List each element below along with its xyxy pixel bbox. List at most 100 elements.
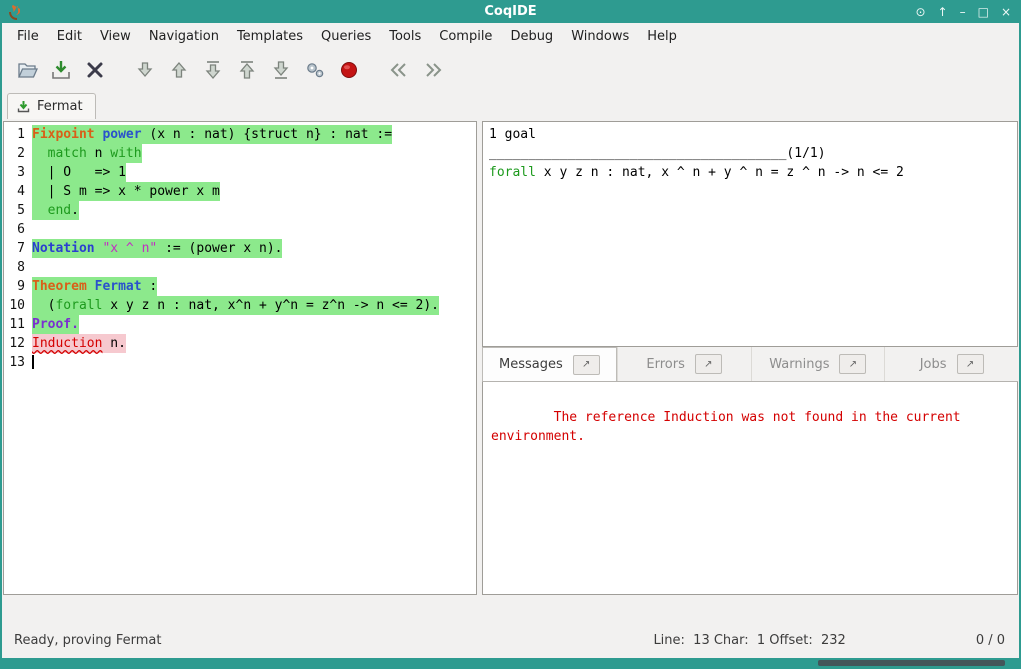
tab-jobs[interactable]: Jobs ↗ (884, 347, 1018, 381)
menu-tools[interactable]: Tools (380, 25, 430, 48)
line-text: Notation "x ^ n" := (power x n). (32, 239, 282, 258)
gears-icon (304, 59, 326, 81)
scrollbar-thumb[interactable] (818, 660, 1005, 666)
run-to-cursor-button[interactable] (196, 54, 230, 86)
token: "x ^ n" (102, 241, 157, 256)
close-doc-button[interactable] (78, 54, 112, 86)
goals-panel[interactable]: 1 goal __________________________________… (482, 121, 1018, 347)
tab-warnings[interactable]: Warnings ↗ (751, 347, 885, 381)
menu-edit[interactable]: Edit (48, 25, 91, 48)
tab-label: Messages (499, 357, 563, 372)
token (87, 279, 95, 294)
tab-fermat[interactable]: Fermat (7, 93, 96, 119)
maximize-button[interactable]: □ (978, 6, 989, 18)
message-text: The reference Induction was not found in… (491, 410, 968, 444)
menu-view[interactable]: View (91, 25, 140, 48)
status-text: Ready, proving Fermat (14, 633, 653, 648)
token: x y z n : nat, x^n + y^n = z^n -> n <= 2… (102, 298, 439, 313)
code-line: 4 | S m => x * power x m (4, 182, 476, 201)
window-title: CoqIDE (2, 4, 1019, 19)
tab-label: Jobs (920, 357, 947, 372)
line-number: 7 (4, 239, 32, 258)
token: := (power x n). (157, 241, 282, 256)
menu-file[interactable]: File (8, 25, 48, 48)
previous-button[interactable] (382, 54, 416, 86)
backward-button[interactable] (162, 54, 196, 86)
token: : (142, 279, 158, 294)
open-button[interactable] (10, 54, 44, 86)
token: ( (32, 298, 55, 313)
token: 1 goal (489, 127, 536, 142)
menu-windows[interactable]: Windows (562, 25, 638, 48)
tab-messages[interactable]: Messages ↗ (482, 347, 617, 381)
arrow-up-icon (168, 59, 190, 81)
tab-label: Errors (646, 357, 684, 372)
token: forall (489, 165, 536, 180)
fully-check-button[interactable] (298, 54, 332, 86)
restart-button[interactable] (230, 54, 264, 86)
messages-panel[interactable]: The reference Induction was not found in… (482, 382, 1018, 595)
run-to-end-button[interactable] (264, 54, 298, 86)
token: power (102, 127, 141, 142)
code-line: 13 (4, 353, 476, 372)
settings-icon[interactable]: ⊙ (915, 6, 925, 18)
bottom-tabs: Messages ↗ Errors ↗ Warnings ↗ Jobs ↗ (482, 347, 1018, 382)
code-editor[interactable]: 1Fixpoint power (x n : nat) {struct n} :… (4, 125, 476, 372)
tab-label: Fermat (37, 99, 83, 114)
detach-icon[interactable]: ↗ (573, 355, 600, 375)
arrow-up-to-top-icon (236, 59, 258, 81)
cursor-position: Line: 13 Char: 1 Offset: 232 (653, 633, 845, 648)
detach-icon[interactable]: ↗ (957, 354, 984, 374)
detach-icon[interactable]: ↗ (695, 354, 722, 374)
menu-queries[interactable]: Queries (312, 25, 380, 48)
token: n. (102, 336, 125, 351)
goal-line: 1 goal (489, 125, 1011, 144)
token: with (110, 146, 141, 161)
menubar: FileEditViewNavigationTemplatesQueriesTo… (2, 23, 1019, 49)
editor-panel[interactable]: 1Fixpoint power (x n : nat) {struct n} :… (3, 121, 477, 595)
line-number: 12 (4, 334, 32, 353)
statusbar: Ready, proving Fermat Line: 13 Char: 1 O… (2, 597, 1019, 658)
forward-button[interactable] (128, 54, 162, 86)
menu-compile[interactable]: Compile (430, 25, 501, 48)
next-button[interactable] (416, 54, 450, 86)
window-controls: ⊙ ↑ – □ × (915, 6, 1019, 18)
tab-save-status-icon (17, 100, 30, 113)
token: Induction (32, 336, 102, 351)
toolbar (2, 49, 1019, 91)
arrow-down-to-end-icon (270, 59, 292, 81)
detach-icon[interactable]: ↗ (839, 354, 866, 374)
interrupt-button[interactable] (332, 54, 366, 86)
code-line: 6 (4, 220, 476, 239)
token: n (87, 146, 110, 161)
token: end (48, 203, 71, 218)
menu-help[interactable]: Help (638, 25, 686, 48)
coqide-logo-icon (6, 4, 20, 20)
token: forall (55, 298, 102, 313)
menu-navigation[interactable]: Navigation (140, 25, 228, 48)
token: ______________________________________(1… (489, 146, 826, 161)
token: . (71, 203, 79, 218)
tabbar: Fermat (2, 91, 1019, 119)
token: | S m => x * power x m (32, 184, 220, 199)
line-number: 6 (4, 220, 32, 239)
tab-label: Warnings (769, 357, 829, 372)
titlebar[interactable]: CoqIDE ⊙ ↑ – □ × (2, 0, 1019, 23)
minimize-button[interactable]: – (960, 6, 966, 18)
line-text: | O => 1 (32, 163, 126, 182)
line-number: 8 (4, 258, 32, 277)
roll-up-icon[interactable]: ↑ (938, 6, 948, 18)
menu-templates[interactable]: Templates (228, 25, 312, 48)
line-text: Fixpoint power (x n : nat) {struct n} : … (32, 125, 392, 144)
arrow-down-to-cursor-icon (202, 59, 224, 81)
goal-line: forall x y z n : nat, x ^ n + y ^ n = z … (489, 163, 1011, 182)
menu-debug[interactable]: Debug (501, 25, 562, 48)
tab-errors[interactable]: Errors ↗ (617, 347, 751, 381)
token: Fermat (95, 279, 142, 294)
line-text: match n with (32, 144, 142, 163)
close-button[interactable]: × (1001, 6, 1011, 18)
token: Fixpoint (32, 127, 95, 142)
code-line: 10 (forall x y z n : nat, x^n + y^n = z^… (4, 296, 476, 315)
close-x-icon (84, 59, 106, 81)
save-button[interactable] (44, 54, 78, 86)
